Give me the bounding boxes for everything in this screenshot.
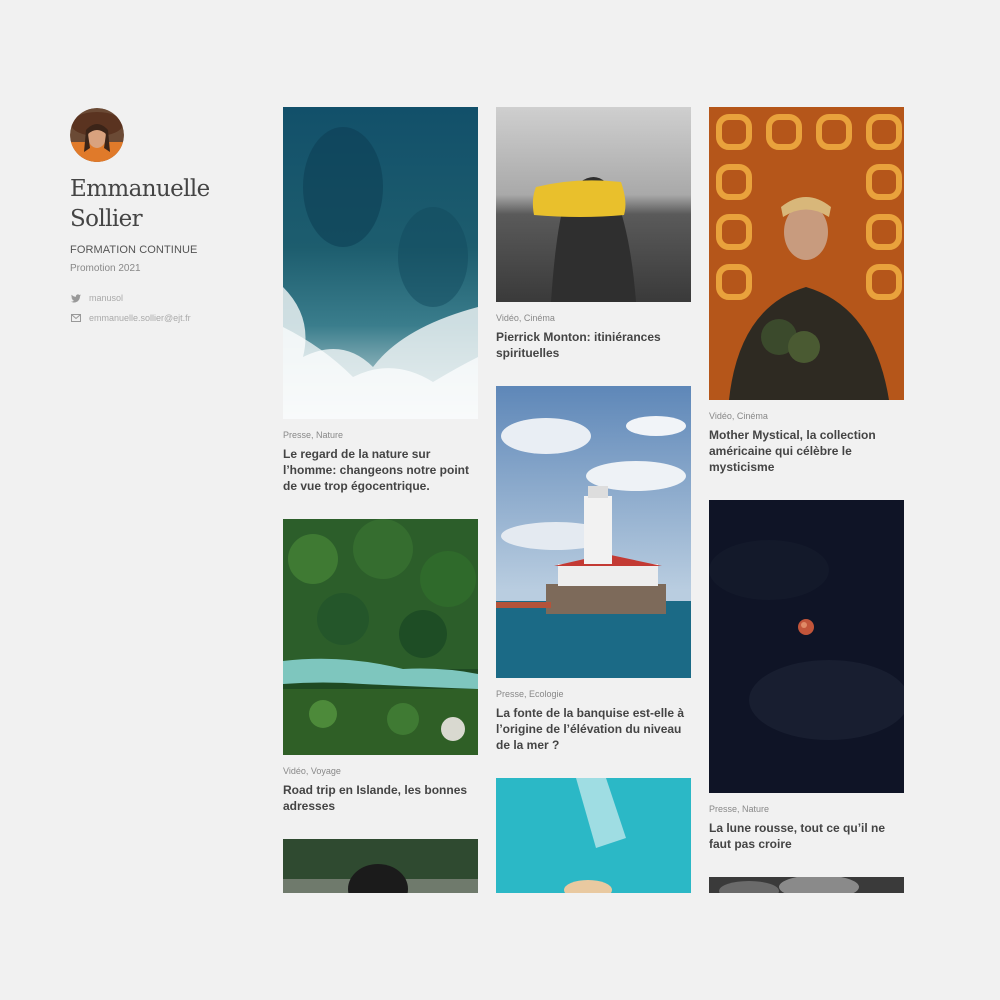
card-title: Le regard de la nature sur l’homme: chan…: [283, 447, 470, 493]
card-category: Vidéo, Voyage: [283, 766, 341, 776]
contact-list: manusol emmanuelle.sollier@ejt.fr: [70, 288, 260, 328]
card-title: La lune rousse, tout ce qu’il ne faut pa…: [709, 821, 886, 851]
card-title: La fonte de la banquise est-elle à l’ori…: [496, 706, 685, 752]
email-address: emmanuelle.sollier@ejt.fr: [89, 313, 191, 323]
profile-sidebar: Emmanuelle Sollier FORMATION CONTINUE Pr…: [70, 108, 260, 328]
article-card[interactable]: Vidéo, Cinéma Pierrick Monton: itiniéran…: [496, 107, 691, 361]
cards-column-1: Presse, Nature Le regard de la nature su…: [283, 107, 478, 984]
twitter-handle: manusol: [89, 293, 124, 303]
article-card[interactable]: Presse, Nature Le regard de la nature su…: [283, 107, 478, 494]
card-category: Vidéo, Cinéma: [709, 411, 768, 421]
card-title: Road trip en Islande, les bonnes adresse…: [283, 783, 468, 813]
card-category: Presse, Nature: [283, 430, 344, 440]
card-title: Mother Mystical, la collection américain…: [709, 428, 876, 474]
profile-promotion: Promotion 2021: [70, 263, 141, 274]
cards-column-2: Vidéo, Cinéma Pierrick Monton: itiniéran…: [496, 107, 691, 923]
card-category: Presse, Nature: [709, 804, 770, 814]
profile-program: FORMATION CONTINUE: [70, 244, 198, 256]
card-image-pool: [496, 778, 691, 898]
twitter-link[interactable]: manusol: [70, 288, 260, 308]
page-bottom-fade: [0, 893, 1000, 1000]
article-card[interactable]: [496, 778, 691, 898]
card-category: Presse, Ecologie: [496, 689, 564, 699]
article-card[interactable]: Vidéo, Cinéma Mother Mystical, la collec…: [709, 107, 904, 475]
avatar[interactable]: [70, 108, 124, 162]
card-image-forest: [283, 519, 478, 755]
article-card[interactable]: Vidéo, Voyage Road trip en Islande, les …: [283, 519, 478, 814]
card-image-retro-wallpaper: [709, 107, 904, 400]
card-image-painted-face: [496, 107, 691, 302]
card-image-ocean: [283, 107, 478, 419]
profile-name: Emmanuelle Sollier: [70, 176, 210, 232]
twitter-icon: [70, 293, 81, 303]
card-title: Pierrick Monton: itiniérances spirituell…: [496, 330, 661, 360]
article-card[interactable]: Presse, Nature La lune rousse, tout ce q…: [709, 500, 904, 852]
card-image-lighthouse: [496, 386, 691, 678]
card-category: Vidéo, Cinéma: [496, 313, 555, 323]
card-image-moon: [709, 500, 904, 793]
article-card[interactable]: Presse, Ecologie La fonte de la banquise…: [496, 386, 691, 753]
mail-icon: [70, 313, 81, 323]
email-link[interactable]: emmanuelle.sollier@ejt.fr: [70, 308, 260, 328]
cards-column-3: Vidéo, Cinéma Mother Mystical, la collec…: [709, 107, 904, 1000]
